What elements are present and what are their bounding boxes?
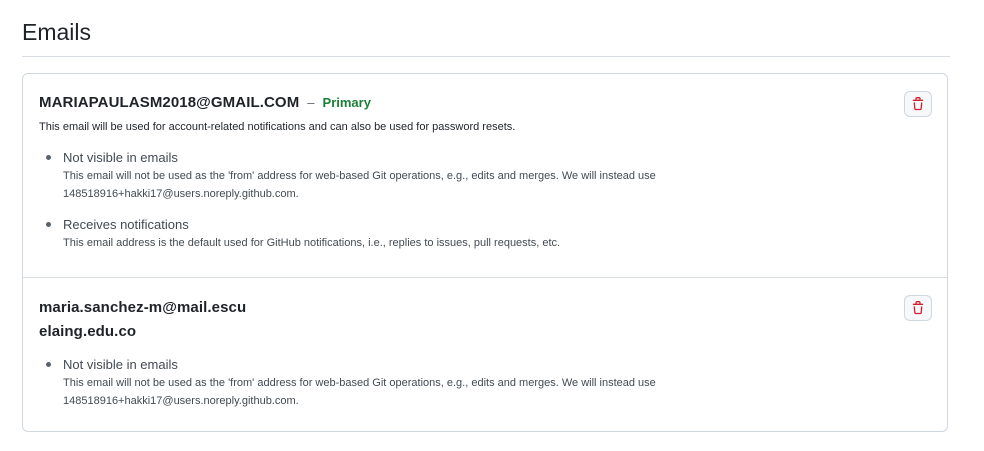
bullet-icon bbox=[46, 155, 51, 160]
trash-icon bbox=[912, 97, 924, 111]
title-divider bbox=[22, 56, 950, 57]
list-item: Receives notifications This email addres… bbox=[39, 216, 713, 252]
delete-email-button[interactable] bbox=[904, 91, 932, 117]
list-item: Not visible in emails This email will no… bbox=[39, 149, 713, 203]
email-header: maria.sanchez-m@mail.escuelaing.edu.co bbox=[39, 296, 249, 344]
email-item-primary: MARIAPAULASM2018@GMAIL.COM – Primary Thi… bbox=[23, 74, 947, 278]
trash-icon bbox=[912, 301, 924, 315]
delete-email-button[interactable] bbox=[904, 295, 932, 321]
property-title: Receives notifications bbox=[63, 217, 189, 232]
email-properties-list: Not visible in emails This email will no… bbox=[39, 356, 713, 423]
email-header: MARIAPAULASM2018@GMAIL.COM – Primary bbox=[39, 94, 371, 111]
separator: – bbox=[307, 95, 315, 110]
bullet-icon bbox=[46, 362, 51, 367]
bullet-icon bbox=[46, 222, 51, 227]
email-item-secondary: maria.sanchez-m@mail.escuelaing.edu.co N… bbox=[23, 278, 947, 432]
email-properties-list: Not visible in emails This email will no… bbox=[39, 149, 713, 265]
property-description: This email will not be used as the 'from… bbox=[63, 170, 656, 200]
property-description: This email will not be used as the 'from… bbox=[63, 377, 656, 407]
property-title: Not visible in emails bbox=[63, 150, 178, 165]
property-description: This email address is the default used f… bbox=[63, 237, 561, 249]
property-title: Not visible in emails bbox=[63, 357, 178, 372]
primary-label: Primary bbox=[322, 95, 371, 110]
email-description: This email will be used for account-rela… bbox=[39, 121, 516, 133]
page-title: Emails bbox=[22, 19, 92, 45]
list-item: Not visible in emails This email will no… bbox=[39, 356, 713, 410]
email-list: MARIAPAULASM2018@GMAIL.COM – Primary Thi… bbox=[22, 73, 948, 432]
email-address: MARIAPAULASM2018@GMAIL.COM bbox=[39, 94, 300, 111]
email-address: maria.sanchez-m@mail.escuelaing.edu.co bbox=[39, 299, 247, 340]
